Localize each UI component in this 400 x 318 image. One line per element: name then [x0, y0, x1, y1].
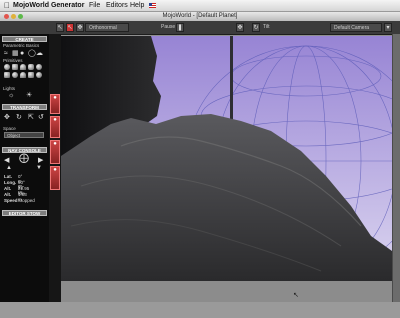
left-tool-panel: CREATE Parametric Basics ≈ ▦ ● ◯ ☁ Primi… — [0, 34, 49, 302]
zoom-window-button[interactable] — [18, 14, 23, 19]
stat-longitude: Long. 90° 23' W — [4, 180, 25, 195]
tilt-label[interactable]: Tilt — [263, 23, 269, 32]
pyramid-primitive-icon[interactable] — [20, 72, 26, 78]
disk-primitive-icon[interactable] — [36, 72, 42, 78]
mouse-cursor-icon: ↖ — [293, 292, 299, 299]
side-tab-strip: ● ● ● ● — [49, 34, 61, 302]
camera-menu-icon[interactable]: ▾ — [384, 23, 392, 32]
parametric-label: Parametric Basics — [3, 43, 40, 48]
space-select[interactable]: Object — [4, 132, 44, 138]
reset-tool-icon[interactable]: ↺ — [38, 114, 44, 121]
sphere-primitive-icon[interactable] — [4, 64, 10, 70]
3d-viewport[interactable] — [61, 36, 392, 281]
ring-icon[interactable]: ◯ — [28, 50, 36, 57]
side-tab-1[interactable]: ● — [50, 94, 60, 114]
box-primitive-icon[interactable] — [4, 72, 10, 78]
red-pointer-button[interactable]: ↖ — [66, 23, 74, 32]
rotate-tool-icon[interactable]: ↻ — [16, 114, 22, 121]
nav-down-arrow-icon[interactable]: ▼ — [36, 165, 42, 172]
plane-primitive-icon[interactable] — [28, 72, 34, 78]
side-tab-4[interactable]: ● — [50, 166, 60, 190]
toolbar: ↖ ↖ ✥ Orthonormal Pause ❚ ✥ ↻ Tilt Defau… — [0, 21, 400, 35]
cloud-icon[interactable]: ☁ — [36, 50, 43, 57]
sphere-icon[interactable]: ● — [20, 50, 24, 57]
cone-primitive-icon[interactable] — [20, 64, 26, 70]
move-icon[interactable]: ✥ — [236, 23, 244, 32]
editor-stow-header[interactable]: EDITOR STOW — [2, 210, 47, 216]
spot-light-icon[interactable]: ☀ — [26, 92, 32, 99]
rotate-icon[interactable]: ↻ — [252, 23, 260, 32]
nav-compass-icon[interactable]: ⨁ — [19, 154, 29, 164]
minimize-window-button[interactable] — [11, 14, 16, 19]
select-arrow-button[interactable]: ↖ — [56, 23, 64, 32]
create-header[interactable]: CREATE — [2, 36, 47, 42]
language-flag-icon[interactable] — [149, 3, 156, 8]
terrain-render[interactable] — [61, 36, 392, 281]
pan-tool-button[interactable]: ✥ — [76, 23, 84, 32]
side-tab-3[interactable]: ● — [50, 140, 60, 164]
scale-tool-icon[interactable]: ⇱ — [28, 114, 34, 121]
menu-help[interactable]: Help — [130, 0, 144, 11]
window-title: MojoWorld - [Default Planet] — [162, 13, 238, 19]
nav-left-arrow-icon[interactable]: ◀ — [4, 157, 9, 164]
pause-icon[interactable]: ❚ — [176, 23, 184, 32]
stat-ground-altitude: Alt. 1.03 m — [4, 192, 27, 202]
window-bottom-bar — [0, 302, 400, 318]
menu-file[interactable]: File — [89, 0, 100, 11]
pause-label[interactable]: Pause — [161, 23, 175, 32]
menu-bar:  MojoWorld Generator File Editors Help — [0, 0, 400, 12]
stat-speed: Speed Stopped — [4, 198, 35, 203]
point-light-icon[interactable]: ☼ — [8, 92, 14, 99]
apple-icon[interactable]:  — [4, 0, 10, 11]
side-tab-2[interactable]: ● — [50, 116, 60, 138]
move-tool-icon[interactable]: ✥ — [4, 114, 10, 121]
right-scroll-edge[interactable] — [392, 34, 400, 302]
cylinder-primitive-icon[interactable] — [28, 64, 34, 70]
torus-primitive-icon[interactable] — [36, 64, 42, 70]
space-label: Space — [3, 126, 16, 131]
transform-header[interactable]: TRANSFORM — [2, 104, 47, 110]
stat-latitude: Lat. 0° 0' 0" — [4, 174, 23, 189]
menu-editors[interactable]: Editors — [106, 0, 128, 11]
ellipsoid-primitive-icon[interactable] — [12, 72, 18, 78]
nav-up-arrow-icon[interactable]: ▲ — [6, 165, 12, 172]
viewport-status-bar: ↖ — [61, 281, 392, 302]
nav-right-arrow-icon[interactable]: ▶ — [38, 157, 43, 164]
lights-label: Lights — [3, 86, 16, 91]
wave-icon[interactable]: ≈ — [4, 50, 8, 57]
view-mode-select[interactable]: Orthonormal — [85, 23, 129, 32]
close-window-button[interactable] — [4, 14, 9, 19]
stat-altitude: Alt. 21.95 Km — [4, 186, 30, 196]
camera-select[interactable]: Default Camera — [330, 23, 382, 32]
menu-app-name[interactable]: MojoWorld Generator — [13, 0, 84, 11]
primitives-label: Primitives — [3, 58, 23, 63]
grid-icon[interactable]: ▦ — [12, 50, 19, 57]
window-title-bar: MojoWorld - [Default Planet] — [0, 12, 400, 21]
cube-primitive-icon[interactable] — [12, 64, 18, 70]
